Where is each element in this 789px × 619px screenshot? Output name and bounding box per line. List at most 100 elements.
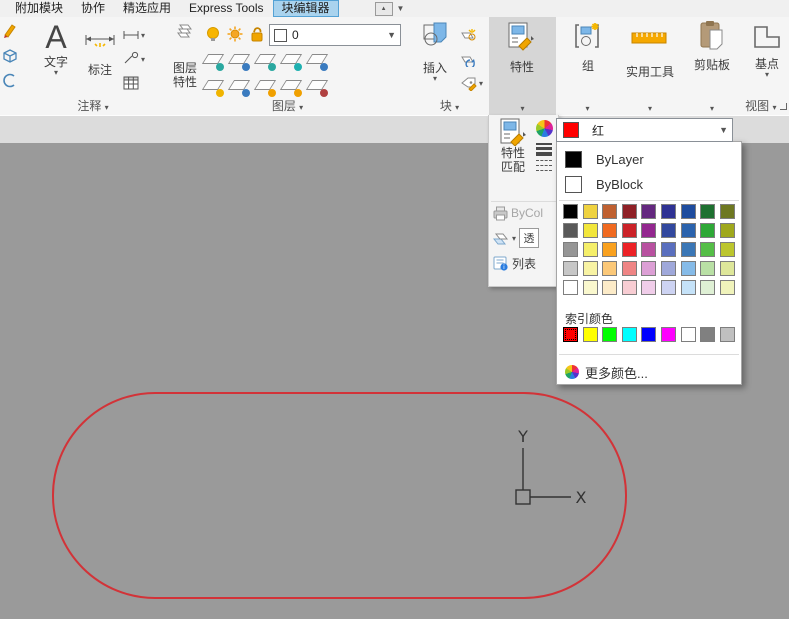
color-swatch[interactable] [719,204,735,219]
color-swatch[interactable] [661,204,676,219]
layer-combobox[interactable]: 0 ▼ [269,24,401,46]
index-color-swatch[interactable] [602,327,618,342]
dimension-button[interactable]: 标注 [79,23,121,77]
index-color-swatch[interactable] [680,327,696,342]
color-swatch[interactable] [680,242,696,257]
color-swatch[interactable] [700,242,716,257]
transparency-value-box[interactable]: 透 [519,228,540,248]
index-color-swatch[interactable] [700,327,716,342]
list-button[interactable]: 列表 [492,255,536,272]
ribbon-tab-2[interactable]: 协作 [72,0,114,17]
layer-tool-button[interactable] [253,51,277,71]
group-button[interactable]: 组 [570,23,606,73]
panel-layers-footer[interactable]: 图层 ▾ [165,97,410,114]
index-color-swatch[interactable] [641,327,657,342]
color-swatch[interactable] [641,280,657,295]
layer-tool-button[interactable] [201,51,225,71]
color-swatch[interactable] [680,280,696,295]
ribbon-minimize-options-icon[interactable]: ▼ [397,4,405,13]
more-colors-button[interactable]: 更多颜色... [565,361,648,383]
color-swatch[interactable] [680,204,696,219]
color-swatch[interactable] [563,204,578,219]
color-swatch[interactable] [621,261,637,276]
color-swatch[interactable] [641,242,657,257]
color-swatch[interactable] [719,280,735,295]
ribbon-tab-4[interactable]: Express Tools [180,0,272,17]
insert-button[interactable]: 插入 ▾ [414,21,456,83]
layer-on-bulb-icon[interactable] [205,26,221,42]
define-attribute-button[interactable] [460,27,476,41]
ribbon-tab-5[interactable]: 块编辑器 [272,0,339,17]
color-swatch[interactable] [680,223,696,238]
panel-expander-icon[interactable] [779,103,787,110]
color-swatch[interactable] [661,223,676,238]
index-color-swatch[interactable] [621,327,637,342]
layer-tool-button[interactable] [227,77,251,97]
color-swatch[interactable] [641,261,657,276]
text-button[interactable]: A 文字 ▾ [35,19,77,77]
index-color-swatch[interactable] [661,327,676,342]
ribbon-tab-1[interactable]: 附加模块 [6,0,72,17]
properties-button[interactable]: 特性 [502,22,542,74]
color-swatch[interactable] [641,223,657,238]
color-swatch[interactable] [621,204,637,219]
panel-utilities-footer[interactable]: ▾ [619,100,681,114]
pencil-icon[interactable] [1,22,19,40]
object-color-icon[interactable] [536,120,553,137]
color-swatch[interactable] [602,242,618,257]
color-swatch[interactable] [700,223,716,238]
layer-tool-button[interactable] [253,77,277,97]
layer-properties-button[interactable]: 图层 特性 [167,21,203,89]
color-option-bylayer[interactable]: ByLayer [557,147,741,171]
color-swatch[interactable] [661,280,676,295]
ribbon-minimize-button[interactable]: ▲ [374,1,393,16]
color-swatch[interactable] [621,223,637,238]
layer-tool-button[interactable] [201,77,225,97]
color-option-byblock[interactable]: ByBlock [557,172,741,196]
chevron-down-icon[interactable]: ▼ [719,125,728,135]
color-swatch[interactable] [602,204,618,219]
color-swatch[interactable] [719,242,735,257]
color-swatch[interactable] [661,242,676,257]
panel-block-footer[interactable]: 块 ▾ [410,97,489,114]
layer-tool-button[interactable] [279,51,303,71]
color-swatch[interactable] [563,223,578,238]
measure-button[interactable]: 实用工具 [625,23,675,79]
color-swatch[interactable] [661,261,676,276]
color-swatch[interactable] [602,261,618,276]
color-swatch[interactable] [602,223,618,238]
color-swatch[interactable] [582,204,598,219]
color-swatch[interactable] [563,280,578,295]
layer-tool-button[interactable] [227,51,251,71]
panel-view-footer[interactable]: 视图 ▾ [743,97,789,114]
color-swatch[interactable] [621,280,637,295]
arc-icon[interactable] [1,72,19,90]
leader-button[interactable]: ▾ [123,51,145,67]
color-swatch[interactable] [700,204,716,219]
layer-tool-button[interactable] [279,77,303,97]
index-color-swatch[interactable] [582,327,598,342]
index-color-swatch[interactable] [719,327,735,342]
match-properties-button[interactable]: 特性 匹配 [491,118,535,174]
color-swatch[interactable] [621,242,637,257]
ribbon-tab-3[interactable]: 精选应用 [114,0,180,17]
color-swatch[interactable] [700,261,716,276]
cube-icon[interactable] [1,47,19,65]
color-swatch[interactable] [563,242,578,257]
linetype-icon[interactable] [536,160,556,171]
layer-tool-button[interactable] [305,77,329,97]
table-button[interactable] [123,75,139,91]
object-color-combobox[interactable]: 红 ▼ [556,118,733,142]
color-swatch[interactable] [680,261,696,276]
sync-attributes-button[interactable] [460,51,476,67]
panel-group-footer[interactable]: ▾ [556,100,619,114]
panel-clipboard-footer[interactable]: ▾ [681,100,743,114]
color-swatch[interactable] [582,280,598,295]
panel-properties-footer[interactable]: ▾ [489,100,556,114]
color-swatch[interactable] [563,261,578,276]
edit-attribute-button[interactable]: ▾ [460,75,483,91]
color-swatch[interactable] [700,280,716,295]
color-swatch[interactable] [582,242,598,257]
color-swatch[interactable] [602,280,618,295]
index-color-swatch[interactable] [563,327,578,342]
